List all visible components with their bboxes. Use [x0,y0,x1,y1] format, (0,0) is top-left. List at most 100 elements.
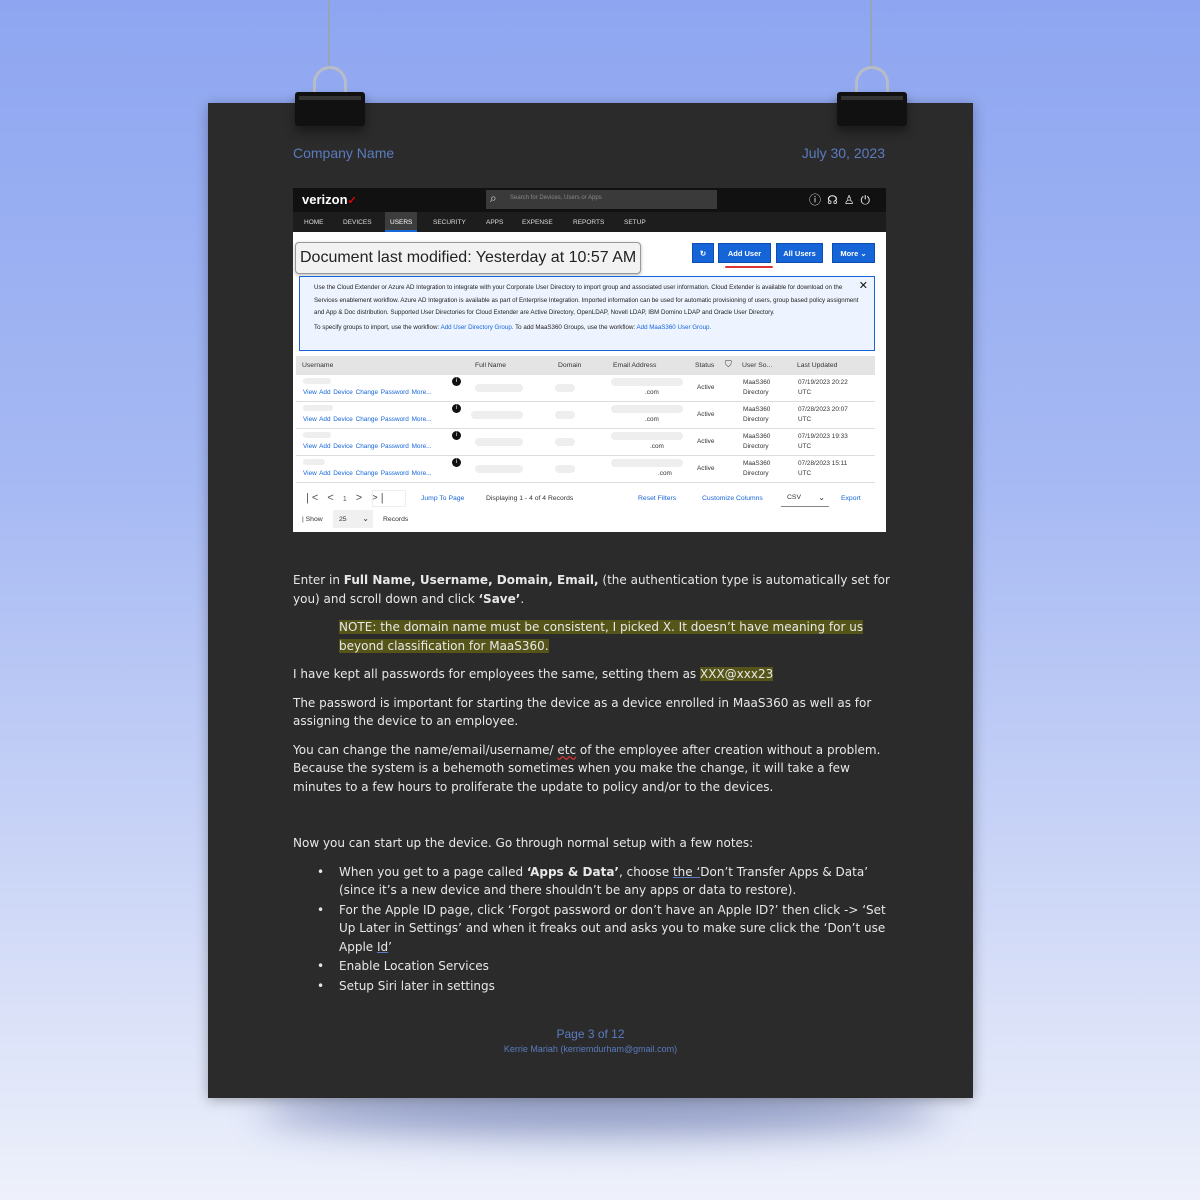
last-updated: 07/28/2023 20:07 UTC [798,406,848,423]
list-item: Enable Location Services [317,957,893,976]
nav-home[interactable]: HOME [304,219,324,226]
help-icon[interactable]: ⓘ [809,193,827,207]
export-format-select[interactable]: CSV ⌄ [781,489,829,507]
domain-note: NOTE: the domain name must be consistent… [339,620,864,653]
col-username[interactable]: Username [302,362,333,369]
top-right-icons[interactable]: ⓘ☊♙⏻ [809,191,876,208]
show-label: | Show [302,516,323,523]
list-item: Setup Siri later in settings [317,977,893,996]
add-maas360-user-group-link[interactable]: Add MaaS360 User Group. [637,324,712,331]
email-tail: .com [650,443,664,450]
add-user-button[interactable]: Add User [718,243,771,263]
row-actions[interactable]: View Add Device Change Password More... [303,416,432,423]
nav-apps[interactable]: APPS [486,219,503,226]
redacted-domain [555,438,575,446]
table-row[interactable]: i View Add Device Change Password More..… [296,375,875,402]
redacted-username [303,432,331,438]
redacted-username [303,459,325,465]
page-size-select[interactable]: 25 ⌄ [333,510,373,528]
row-actions[interactable]: View Add Device Change Password More... [303,389,432,396]
document-page: Company Name July 30, 2023 verizon✓ ⌕ Se… [208,103,973,1098]
info-icon[interactable]: i [452,458,461,467]
user-icon[interactable]: ♙ [844,193,861,207]
refresh-button[interactable]: ↻ [692,243,714,263]
power-icon[interactable]: ⏻ [861,193,877,207]
reset-filters-link[interactable]: Reset Filters [638,495,676,502]
add-user-directory-group-link[interactable]: Add User Directory Group. [441,324,514,331]
chevron-down-icon: ⌄ [860,249,867,258]
search-bar[interactable]: ⌕ Search for Devices, Users or Apps [486,190,717,209]
customize-columns-link[interactable]: Customize Columns [702,495,763,502]
status: Active [697,465,715,472]
col-user-source[interactable]: User So... [742,362,772,369]
paragraph-passwords: I have kept all passwords for employees … [293,667,774,681]
document-body: Enter in Full Name, Username, Domain, Em… [293,571,893,996]
info-workflow-text: To specify groups to import, use the wor… [314,323,712,331]
info-icon[interactable]: i [452,431,461,440]
hanging-wire-left [328,0,330,70]
password-value: XXX@xxx23 [700,667,774,681]
more-button[interactable]: More ⌄ [832,243,875,263]
main-nav: HOME DEVICES USERS SECURITY APPS EXPENSE… [293,212,886,232]
all-users-button[interactable]: All Users [776,243,823,263]
redacted-domain [555,411,575,419]
col-email[interactable]: Email Address [613,362,656,369]
company-name: Company Name [293,145,395,161]
paragraph-password-importance: The password is important for starting t… [293,695,872,729]
col-domain[interactable]: Domain [558,362,581,369]
last-updated: 07/28/2023 15:11 UTC [798,460,848,477]
redacted-full-name [475,438,523,446]
redacted-domain [555,384,575,392]
directory-info-banner: ✕ Use the Cloud Extender or Azure AD Int… [299,276,875,351]
email-tail: .com [645,389,659,396]
export-link[interactable]: Export [841,495,861,502]
paragraph-start-device: Now you can start up the device. Go thro… [293,836,754,850]
table-row[interactable]: i View Add Device Change Password More..… [296,456,875,483]
redacted-email [611,405,683,413]
col-status[interactable]: Status [695,362,714,369]
embedded-screenshot: verizon✓ ⌕ Search for Devices, Users or … [293,188,886,532]
records-label: Records [383,516,409,523]
search-icon: ⌕ [490,191,497,205]
nav-reports[interactable]: REPORTS [573,219,604,226]
user-source: MaaS360 Directory [743,460,771,477]
jump-to-page-link[interactable]: Jump To Page [421,495,464,502]
status: Active [697,384,715,391]
info-icon[interactable]: i [452,404,461,413]
list-item: For the Apple ID page, click ‘Forgot pas… [317,901,893,957]
filter-icon[interactable]: ⛉ [725,359,732,370]
col-last-updated[interactable]: Last Updated [797,362,837,369]
table-header: Username Full Name Domain Email Address … [296,356,875,375]
records-count: Displaying 1 - 4 of 4 Records [486,495,574,502]
table-pager: |< < 1 > >| Jump To Page Displaying 1 - … [296,488,875,532]
search-placeholder: Search for Devices, Users or Apps [510,195,602,201]
paragraph-enter-details: Enter in Full Name, Username, Domain, Em… [293,573,890,606]
redacted-full-name [475,384,523,392]
nav-setup[interactable]: SETUP [624,219,646,226]
binder-clip-right [837,66,907,126]
info-icon[interactable]: i [452,377,461,386]
table-row[interactable]: i View Add Device Change Password More..… [296,402,875,429]
list-item: When you get to a page called ‘Apps & Da… [317,863,893,900]
redacted-username [303,405,333,411]
setup-notes-list: When you get to a page called ‘Apps & Da… [317,863,893,996]
last-updated: 07/19/2023 20:22 UTC [798,379,848,396]
page-number-input[interactable] [372,490,406,507]
support-icon[interactable]: ☊ [827,193,844,207]
table-row[interactable]: i View Add Device Change Password More..… [296,429,875,456]
user-source: MaaS360 Directory [743,379,771,396]
nav-devices[interactable]: DEVICES [343,219,372,226]
close-icon[interactable]: ✕ [859,280,868,293]
nav-expense[interactable]: EXPENSE [522,219,553,226]
users-toolbar: Document last modified: Yesterday at 10:… [293,232,886,274]
info-text: Use the Cloud Extender or Azure AD Integ… [314,284,859,317]
document-date: July 30, 2023 [801,145,885,161]
redacted-full-name [471,411,523,419]
nav-users[interactable]: USERS [385,212,418,232]
users-table: Username Full Name Domain Email Address … [296,356,875,483]
row-actions[interactable]: View Add Device Change Password More... [303,470,432,477]
chevron-down-icon: ⌄ [818,493,825,502]
row-actions[interactable]: View Add Device Change Password More... [303,443,432,450]
col-full-name[interactable]: Full Name [475,362,506,369]
nav-security[interactable]: SECURITY [433,219,466,226]
